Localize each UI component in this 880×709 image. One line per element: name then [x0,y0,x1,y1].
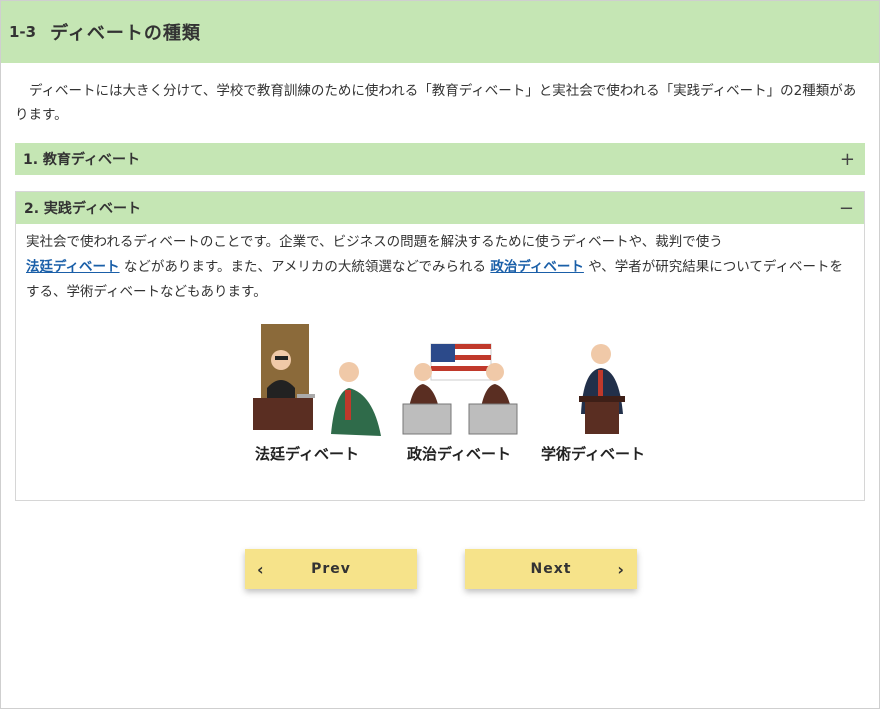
collapse-icon[interactable]: − [839,198,854,219]
page-title: ディベートの種類 [50,23,201,44]
description-text: 実社会で使われるディベートのことです。企業で、ビジネスの問題を解決するために使う… [26,234,723,250]
debate-types-illustration: 法廷ディベート 政治ディベート 学術ディベート [231,324,651,474]
page-frame: 1-3 ディベートの種類 ディベートには大きく分けて、学校で教育訓練のために使わ… [0,0,880,709]
chevron-left-icon: ‹ [257,559,265,579]
section-number: 1-3 [9,23,37,41]
court-debate-link[interactable]: 法廷ディベート [26,259,120,275]
accordion-label: 1. 教育ディベート [23,152,140,168]
chevron-right-icon: › [617,559,625,579]
politics-scene-image [402,343,518,435]
prev-button-label: Prev [311,561,351,577]
accordion-header-practical[interactable]: 2. 実践ディベート − [16,192,864,224]
intro-text: ディベートには大きく分けて、学校で教育訓練のために使われる「教育ディベート」と実… [15,83,857,123]
accordion-practical: 2. 実践ディベート − 実社会で使われるディベートのことです。企業で、ビジネス… [15,191,865,501]
political-debate-caption: 政治ディベート [407,445,511,463]
next-button[interactable]: Next › [465,549,637,589]
accordion-header-educational[interactable]: 1. 教育ディベート + [15,143,865,175]
practical-description: 実社会で使われるディベートのことです。企業で、ビジネスの問題を解決するために使う… [26,230,854,305]
academic-scene-image [579,344,625,434]
academic-debate-caption: 学術ディベート [541,445,645,463]
court-scene-image [253,324,381,436]
accordion-label: 2. 実践ディベート [24,201,141,217]
expand-icon[interactable]: + [840,149,855,170]
prev-button[interactable]: ‹ Prev [245,549,417,589]
debate-illustration-graphic [253,324,625,436]
accordion-body-practical: 実社会で使われるディベートのことです。企業で、ビジネスの問題を解決するために使う… [16,224,864,500]
pagination-nav: ‹ Prev Next › [1,549,879,591]
description-text: などがあります。また、アメリカの大統領選などでみられる [119,259,491,275]
section-header: 1-3 ディベートの種類 [1,1,879,63]
accordion-educational: 1. 教育ディベート + [15,143,865,175]
court-debate-caption: 法廷ディベート [255,445,359,463]
political-debate-link[interactable]: 政治ディベート [490,259,584,275]
next-button-label: Next [530,561,572,577]
